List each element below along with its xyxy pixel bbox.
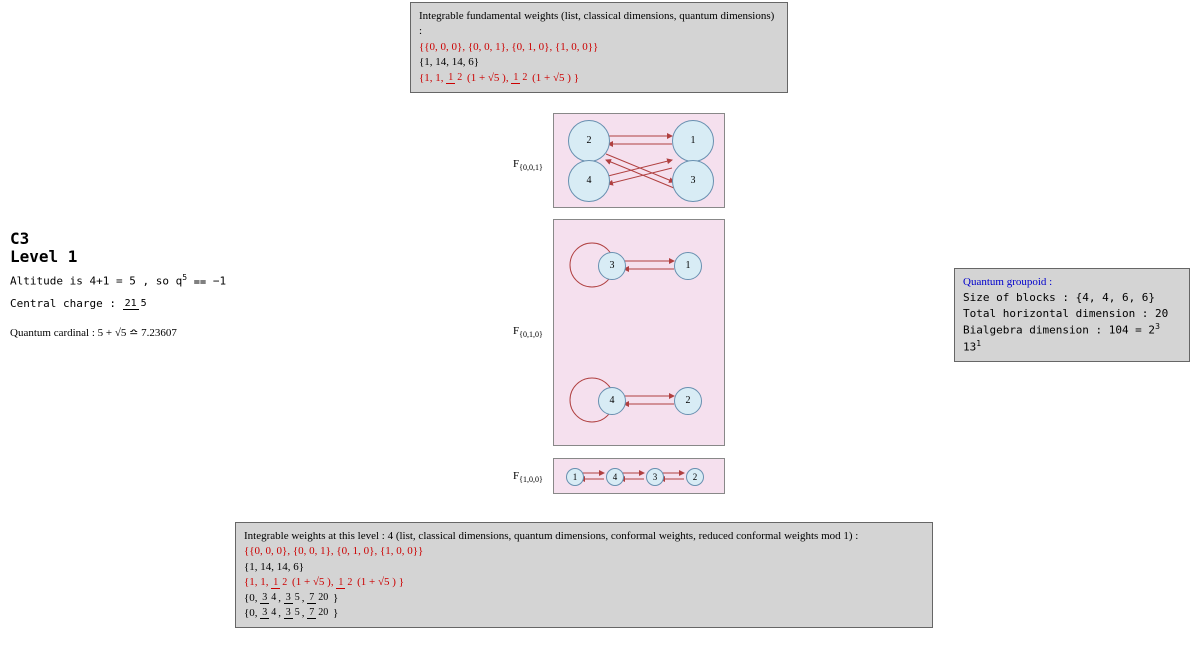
graph-2-panel: 3 1 4 2: [553, 219, 725, 446]
graph-1-node-tr: 1: [672, 120, 714, 162]
graph-2-node-2: 1: [674, 252, 702, 280]
qg-line-3: Bialgebra dimension : 104 = 23 131: [963, 321, 1181, 355]
central-charge-row: Central charge : 215: [10, 297, 226, 310]
qg-line-1: Size of blocks : {4, 4, 6, 6}: [963, 290, 1181, 305]
qg-line-2: Total horizontal dimension : 20: [963, 306, 1181, 321]
graph-3-node-4: 2: [686, 468, 704, 486]
graph-3-node-2: 4: [606, 468, 624, 486]
level-label: Level 1: [10, 248, 226, 266]
bottom-conformal-2: {0, 34, 35, 720 }: [244, 606, 924, 621]
graph-2-node-3: 4: [598, 387, 626, 415]
graph-3-label: F{1,0,0}: [513, 470, 543, 484]
graph-1-node-bl: 4: [568, 160, 610, 202]
top-box-quantum: {1, 1, 12 (1 + √5 ), 12 (1 + √5 ) }: [419, 71, 779, 86]
quantum-groupoid-box: Quantum groupoid : Size of blocks : {4, …: [954, 268, 1190, 362]
graph-3-node-3: 3: [646, 468, 664, 486]
top-box-title: Integrable fundamental weights (list, cl…: [419, 9, 779, 40]
altitude-row: Altitude is 4+1 = 5 , so q5 ⩵ −1: [10, 273, 226, 289]
graph-3-node-1: 1: [566, 468, 584, 486]
algebra-name: C3: [10, 230, 226, 248]
graph-2-label: F{0,1,0}: [513, 325, 543, 339]
bottom-weights: {{0, 0, 0}, {0, 0, 1}, {0, 1, 0}, {1, 0,…: [244, 544, 924, 559]
title-block: C3 Level 1 Altitude is 4+1 = 5 , so q5 ⩵…: [10, 230, 226, 339]
graph-3-panel: 1 4 3 2: [553, 458, 725, 494]
bottom-title: Integrable weights at this level : 4 (li…: [244, 529, 924, 544]
graph-2-node-4: 2: [674, 387, 702, 415]
graph-1-panel: 2 1 4 3: [553, 113, 725, 208]
quantum-cardinal-row: Quantum cardinal : 5 + √5 ≏ 7.23607: [10, 326, 226, 339]
qg-title: Quantum groupoid :: [963, 275, 1181, 290]
bottom-classical: {1, 14, 14, 6}: [244, 560, 924, 575]
graph-1-label: F{0,0,1}: [513, 158, 543, 172]
graph-2-node-1: 3: [598, 252, 626, 280]
top-box-classical: {1, 14, 14, 6}: [419, 55, 779, 70]
graph-1-node-br: 3: [672, 160, 714, 202]
bottom-conformal-1: {0, 34, 35, 720 }: [244, 591, 924, 606]
graph-1-node-tl: 2: [568, 120, 610, 162]
bottom-info-box: Integrable weights at this level : 4 (li…: [235, 522, 933, 628]
top-box-weights: {{0, 0, 0}, {0, 0, 1}, {0, 1, 0}, {1, 0,…: [419, 40, 779, 55]
top-info-box: Integrable fundamental weights (list, cl…: [410, 2, 788, 93]
bottom-quantum: {1, 1, 12 (1 + √5 ), 12 (1 + √5 ) }: [244, 575, 924, 590]
